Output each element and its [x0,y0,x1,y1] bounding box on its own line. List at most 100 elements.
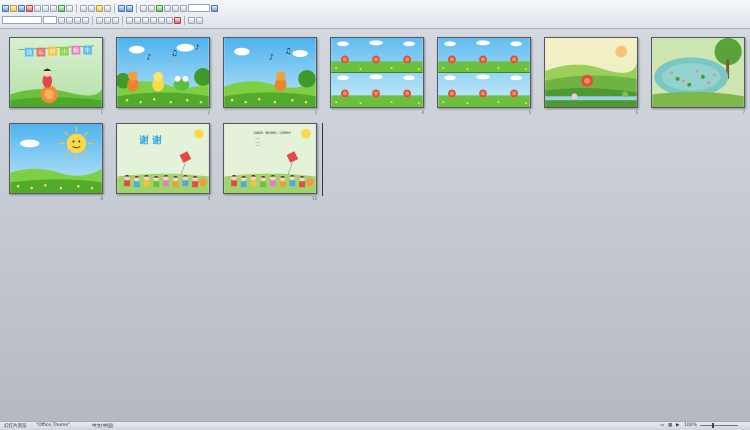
normal-view-icon[interactable]: ▭ [660,423,664,428]
slide-2-image: ♪ ♫ ♪ [117,38,209,107]
status-language: 中文(中国) [92,424,114,429]
slide-1-title-char: 快 [26,49,32,57]
separator [92,15,93,25]
align-left-icon[interactable] [96,16,103,24]
format-painter-icon[interactable] [104,4,111,12]
slide-number-1: 1 [100,110,103,115]
undo-icon[interactable] [118,4,125,12]
slide-number-5: 5 [528,110,531,115]
new-icon[interactable] [2,4,9,12]
svg-text:♫: ♫ [285,47,292,56]
open-icon[interactable] [10,4,17,12]
zoom-combo[interactable] [188,4,210,12]
slide-number-6: 6 [635,110,638,115]
slide-number-10: 10 [311,196,317,201]
slide-8-image [10,124,102,193]
slide-9-image: 谢 谢 [117,124,209,193]
slide-1-title-char: 蜗 [73,47,79,55]
help-icon[interactable] [211,4,218,12]
slide-thumbnail-7[interactable] [651,37,745,108]
save-icon[interactable] [18,4,25,12]
formatting-toolbar [2,14,203,26]
slide-thumbnail-5[interactable] [437,37,531,108]
new-slide-button-icon[interactable] [196,16,203,24]
slide-1-title-char: 小 [61,48,67,56]
slide-1-title-char: 牛 [85,47,91,55]
design-icon[interactable] [188,16,195,24]
slide-thumbnail-2[interactable]: ♪ ♫ ♪ [116,37,210,108]
shadow-icon[interactable] [82,16,89,24]
slide-number-2: 2 [207,110,210,115]
print-preview-icon[interactable] [50,4,57,12]
underline-icon[interactable] [74,16,81,24]
svg-text:♫: ♫ [171,48,178,57]
slide-thumbnail-9[interactable]: 谢 谢 [116,123,210,194]
spelling-icon[interactable] [58,4,65,12]
font-combo[interactable] [2,16,42,24]
slide-thumbnail-1[interactable]: 快 乐 的 小 蜗 牛 [9,37,103,108]
align-right-icon[interactable] [112,16,119,24]
increase-font-icon[interactable] [142,16,149,24]
slide-number-7: 7 [742,110,745,115]
separator [184,15,185,25]
slide-9-thanks-text: 谢 谢 [139,133,162,146]
research-icon[interactable] [66,4,73,12]
new-slide-icon[interactable] [164,4,171,12]
svg-text:♪: ♪ [146,52,151,61]
insertion-cursor [322,123,323,196]
slide-5-image [438,38,530,107]
status-theme: "Office Theme" [36,423,71,428]
zoom-slider[interactable] [700,425,738,426]
slide-1-title-char: 乐 [38,50,44,57]
insert-picture-icon[interactable] [156,4,163,12]
slide-number-9: 9 [207,196,210,201]
separator [136,3,137,13]
separator [114,3,115,13]
permission-icon[interactable] [26,4,33,12]
italic-icon[interactable] [66,16,73,24]
redo-icon[interactable] [126,4,133,12]
increase-indent-icon[interactable] [166,16,173,24]
insert-chart-icon[interactable] [140,4,147,12]
slide-thumbnail-8[interactable] [9,123,103,194]
font-color-icon[interactable] [174,16,181,24]
slide-number-3: 3 [314,110,317,115]
svg-text:♪: ♪ [195,44,199,52]
slide-6-image [545,38,637,107]
slide-thumbnail-6[interactable] [544,37,638,108]
slide-10-text-line: 活动延伸：请你回家后，与爸爸妈妈 [253,131,291,135]
slide-7-image [652,38,744,107]
decrease-font-icon[interactable] [150,16,157,24]
slide-sorter-view-icon[interactable]: ▦ [668,423,672,428]
copy-icon[interactable] [88,4,95,12]
print-icon[interactable] [42,4,49,12]
slide-number-4: 4 [421,110,424,115]
bullets-icon[interactable] [134,16,141,24]
standard-toolbar [2,2,218,14]
zoom-level[interactable]: 100% [684,423,697,428]
decrease-indent-icon[interactable] [158,16,165,24]
bold-icon[interactable] [58,16,65,24]
insert-table-icon[interactable] [148,4,155,12]
zoom-slider-thumb[interactable] [712,423,714,428]
slide-1-image: 快 乐 的 小 蜗 牛 [10,38,102,107]
svg-text:♪: ♪ [269,52,274,61]
grayscale-icon[interactable] [180,4,187,12]
slide-show-view-icon[interactable]: ▶ [676,423,679,428]
slide-1-title-char: 的 [50,48,56,56]
align-center-icon[interactable] [104,16,111,24]
slide-thumbnail-10[interactable]: 活动延伸：请你回家后，与爸爸妈妈 —— —— —— [223,123,317,194]
cut-icon[interactable] [80,4,87,12]
font-size-combo[interactable] [43,16,57,24]
separator [76,3,77,13]
paste-icon[interactable] [96,4,103,12]
slide-10-image: 活动延伸：请你回家后，与爸爸妈妈 —— —— —— [224,124,316,193]
slide-number-8: 8 [100,196,103,201]
slide-thumbnail-3[interactable]: ♪ ♫ [223,37,317,108]
slide-thumbnail-4[interactable] [330,37,424,108]
slide-10-text-line: —— [255,144,260,147]
numbering-icon[interactable] [126,16,133,24]
show-formatting-icon[interactable] [172,4,179,12]
email-icon[interactable] [34,4,41,12]
slide-3-image: ♪ ♫ [224,38,316,107]
